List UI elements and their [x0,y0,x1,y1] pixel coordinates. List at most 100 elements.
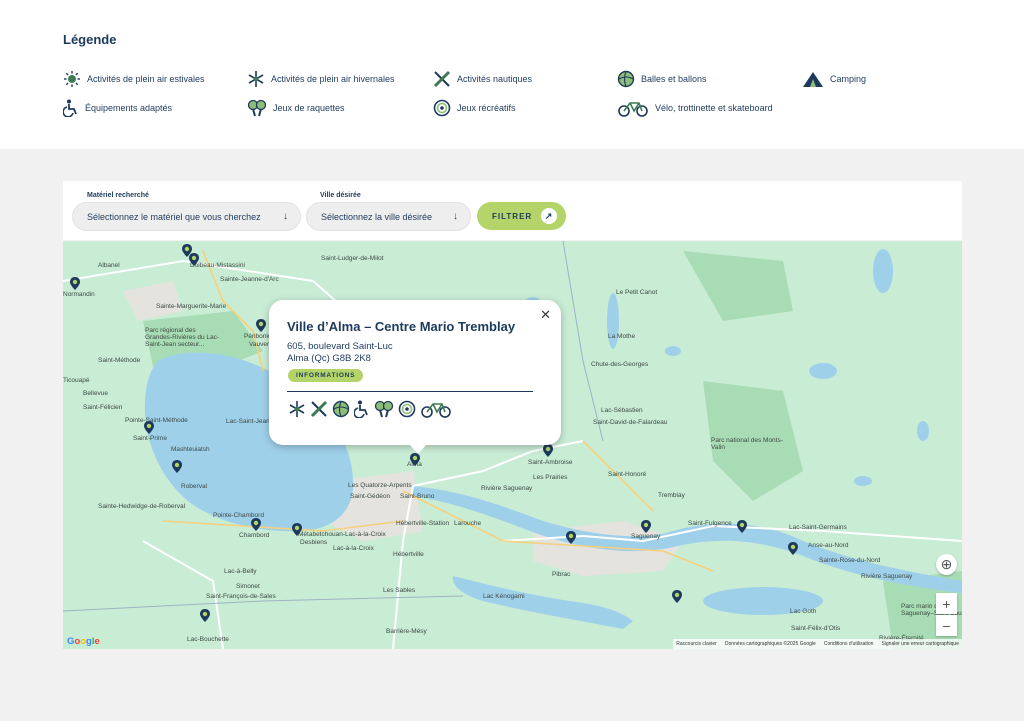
legend-item-winter: Activités de plein air hivernales [247,70,395,88]
map-place-label: Saint-Félix-d'Otis [791,625,841,632]
legend-label: Jeux de raquettes [273,103,345,113]
map-place-label: Saint-Fulgence [688,520,732,527]
map-place-label: Lac Kénogami [483,593,525,600]
map-place-label: Les Sables [383,587,416,594]
map-place-label: Le Petit Canot [616,289,658,296]
legend-label: Équipements adaptés [85,103,173,113]
map-place-label: Anse-au-Nord [808,542,849,549]
map-place-label: Ticouapé [63,377,90,384]
snowflake-icon [248,71,264,87]
map-pin-icon[interactable] [189,253,199,266]
zoom-in-button[interactable]: + [936,593,957,614]
map-pin-icon[interactable] [641,520,651,533]
map-place-label: Les Prairies [533,474,568,481]
legend-item-camping: Camping [802,70,866,88]
map-pin-icon[interactable] [292,523,302,536]
report-error-link[interactable]: Signaler une erreur cartographique [881,641,959,647]
map-place-label: Pointe-Saint-Méthode [125,417,188,424]
map-place-label: Bellevue [83,390,108,397]
popup-title: Ville d’Alma – Centre Mario Tremblay [287,319,516,334]
map-place-label: Saint-Bruno [400,493,435,500]
map-pin-icon[interactable] [410,453,420,466]
map-place-label: Chute-des-Georges [591,361,649,368]
map-place-label: Hébertville [393,551,424,558]
map-place-label: Lac-Sébastien [601,407,643,414]
map-place-label: Saint-Ludger-de-Milot [321,255,384,262]
map-pin-icon[interactable] [256,319,266,332]
map-pin-icon[interactable] [200,609,210,622]
snowflake-icon [289,401,305,417]
material-label: Matériel recherché [87,192,149,199]
map[interactable]: Albanel Dolbeau-Mistassini Sainte-Jeanne-d… [63,241,962,649]
city-label: Ville désirée [320,192,361,199]
map-pin-icon[interactable] [70,277,80,290]
legend-item-balls: Balles et ballons [617,70,707,88]
racket-icon [247,99,267,117]
map-data-text: Données cartographiques ©2025 Google [724,641,816,647]
map-place-label: Saint-David-de-Falardeau [593,419,668,426]
popup-address-line1: 605, boulevard Saint-Luc [287,341,393,352]
map-pin-icon[interactable] [251,518,261,531]
legend-label: Activités nautiques [457,74,533,84]
keyboard-shortcuts-link[interactable]: Raccourcis clavier [676,641,717,647]
map-place-label: Hébertville-Station [396,520,450,527]
map-place-label: Mashteuiatsh [171,446,210,453]
map-place-label: Les Quatorze-Arpents [348,482,412,489]
map-pin-icon[interactable] [672,590,682,603]
map-place-label: Lac-Bouchette [187,636,229,643]
city-select[interactable]: Sélectionnez la ville désirée ↓ [306,202,471,231]
map-pin-icon[interactable] [737,520,747,533]
map-place-label: Saint-Gédéon [350,493,391,500]
target-icon [398,400,416,418]
zoom-out-button[interactable]: − [936,615,957,636]
map-place-label: La Mothe [608,333,636,340]
map-place-label: Sainte-Marguerite-Marie [156,303,227,310]
terms-link[interactable]: Conditions d'utilisation [824,641,874,647]
legend-item-nautical: Activités nautiques [433,70,532,88]
map-place-label: Parc régional des Grandes-Rivières du La… [145,327,220,348]
material-select-value: Sélectionnez le matériel que vous cherch… [87,211,261,222]
map-place-label: Lac-à-Belly [224,568,257,575]
map-place-label: Saguenay [631,533,661,540]
map-place-label: Rivière Saguenay [481,485,533,492]
map-place-label: Sainte-Hedwidge-de-Roberval [98,503,186,510]
close-icon[interactable]: ✕ [540,307,551,323]
material-select[interactable]: Sélectionnez le matériel que vous cherch… [72,202,301,231]
map-place-label: Parc national des Monts-Valin [711,437,783,451]
map-place-label: Larouche [454,520,482,527]
informations-button[interactable]: INFORMATIONS [288,369,364,382]
map-place-label: Tremblay [658,492,685,499]
wheelchair-icon [63,99,77,117]
tent-icon [803,72,823,87]
kayak-icon [433,70,451,88]
map-pin-icon[interactable] [788,542,798,555]
map-pin-icon[interactable] [543,444,553,457]
racket-icon [374,400,394,418]
target-icon [433,99,451,117]
legend-title: Légende [63,32,117,47]
filter-button[interactable]: FILTRER ↗ [477,202,566,230]
map-place-label: Lac-Saint-Jean [226,418,270,425]
map-place-label: Saint-François-de-Sales [206,593,276,600]
arrow-up-right-icon: ↗ [541,208,557,224]
map-pin-icon[interactable] [144,421,154,434]
map-place-label: Saint-Honoré [608,471,647,478]
popup-address-line2: Alma (Qc) G8B 2K8 [287,353,371,364]
map-pin-icon[interactable] [172,460,182,473]
map-place-label: Lac-Saint-Germains [789,524,847,531]
map-place-label: Pibrac [552,571,571,578]
map-place-label: Saint-Méthode [98,357,141,364]
legend-item-rackets: Jeux de raquettes [247,99,345,117]
map-place-label: Chambord [239,532,270,539]
map-place-label: Lac-à-la-Croix [333,545,374,552]
popup-icons [288,400,452,418]
legend-item-recreational: Jeux récréatifs [433,99,516,117]
bike-icon [421,403,451,418]
wheelchair-icon [354,400,368,418]
map-pin-icon[interactable] [566,531,576,544]
map-place-label: Sainte-Jeanne-d'Arc [220,276,279,283]
kayak-icon [310,400,328,418]
recenter-icon[interactable]: ⊕ [936,554,957,575]
map-place-label: Saint-Félicien [83,404,123,411]
map-place-label: Lac Goth [790,608,817,615]
